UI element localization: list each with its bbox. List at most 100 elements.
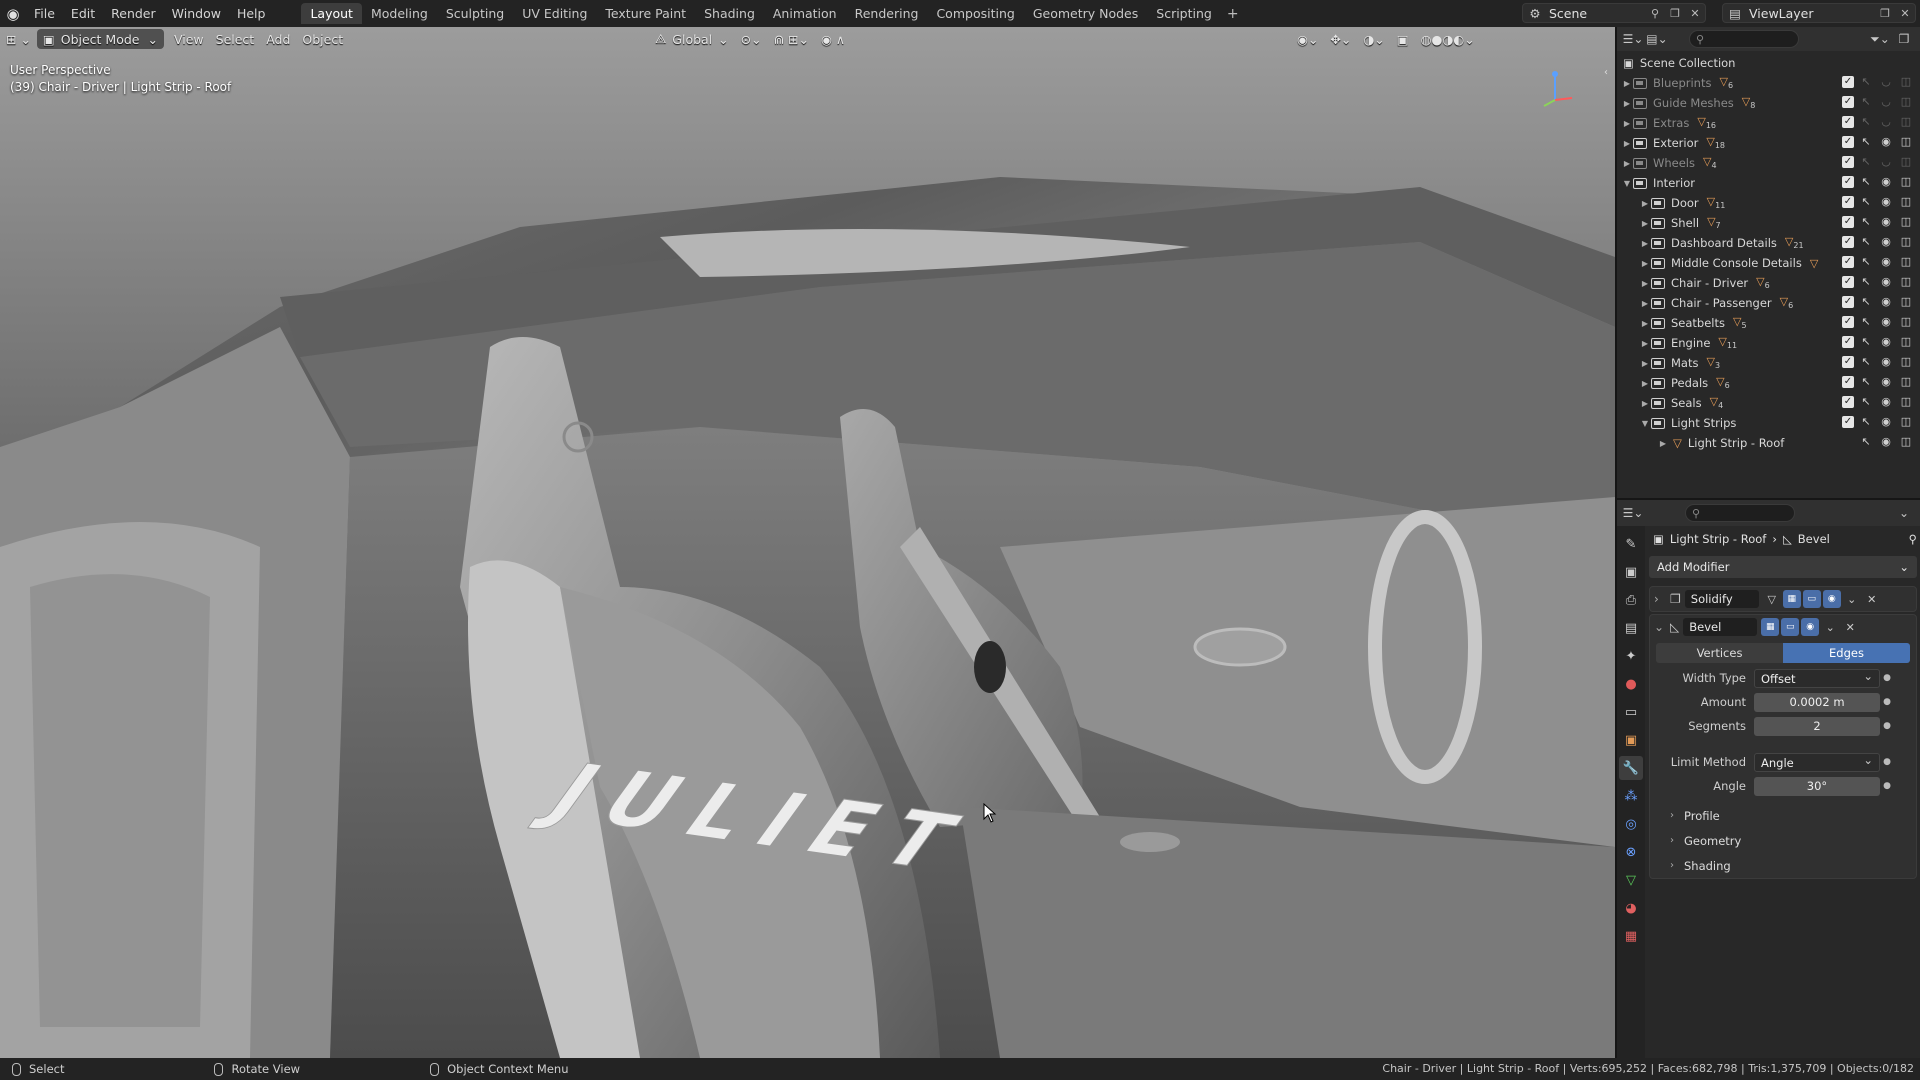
viewport-collapse-icon[interactable]: ‹ xyxy=(1604,67,1610,78)
render-toggle-icon[interactable]: ◫ xyxy=(1898,275,1914,288)
hide-toggle-icon[interactable]: ◡ xyxy=(1878,155,1894,168)
output-tab-icon[interactable]: ⎙ xyxy=(1619,588,1643,612)
outliner-row[interactable]: ▶ Shell ▽7 ✓ ↖ ◉ ◫ xyxy=(1617,213,1920,233)
hide-toggle-icon[interactable]: ◉ xyxy=(1878,135,1894,148)
overlays-icon[interactable]: ◑⌄ xyxy=(1357,29,1390,49)
expand-right-icon[interactable]: ▶ xyxy=(1621,79,1633,88)
exclude-checkbox[interactable]: ✓ xyxy=(1842,315,1854,328)
hide-toggle-icon[interactable]: ◉ xyxy=(1878,335,1894,348)
solidify-name-field[interactable]: Solidify xyxy=(1684,590,1759,608)
scene-selector[interactable]: ⚙ Scene ⚲ ❐ ✕ xyxy=(1522,3,1706,23)
delete-scene-icon[interactable]: ✕ xyxy=(1685,4,1705,22)
exclude-checkbox[interactable]: ✓ xyxy=(1842,215,1854,228)
expand-chevron-icon[interactable]: › xyxy=(1654,592,1666,606)
menu-file[interactable]: File xyxy=(26,0,63,27)
add-modifier-button[interactable]: Add Modifier ⌄ xyxy=(1649,556,1917,578)
outliner-row[interactable]: ▶ Extras ▽16 ✓ ↖ ◡ ◫ xyxy=(1617,113,1920,133)
data-tab-icon[interactable]: ▽ xyxy=(1619,868,1643,892)
menu-help[interactable]: Help xyxy=(229,0,274,27)
exclude-checkbox[interactable]: ✓ xyxy=(1842,95,1854,108)
outliner-row[interactable]: ▶ Middle Console Details ▽ ✓ ↖ ◉ ◫ xyxy=(1617,253,1920,273)
expand-down-icon[interactable]: ▼ xyxy=(1621,179,1633,188)
display-mode-icon[interactable]: ▤⌄ xyxy=(1645,29,1669,49)
select-toggle-icon[interactable]: ↖ xyxy=(1858,295,1874,308)
exclude-checkbox[interactable]: ✓ xyxy=(1842,375,1854,388)
exclude-checkbox[interactable]: ✓ xyxy=(1842,415,1854,428)
tab-modeling[interactable]: Modeling xyxy=(362,3,437,24)
select-toggle-icon[interactable]: ↖ xyxy=(1858,235,1874,248)
render-toggle-icon[interactable]: ◫ xyxy=(1898,395,1914,408)
render-tab-icon[interactable]: ▣ xyxy=(1619,560,1643,584)
exclude-checkbox[interactable]: ✓ xyxy=(1842,135,1854,148)
transform-orientation-dropdown[interactable]: ⟁ Global ⌄ xyxy=(649,29,735,49)
keyframe-dot-icon[interactable]: ● xyxy=(1880,697,1894,707)
hide-toggle-icon[interactable]: ◉ xyxy=(1878,375,1894,388)
exclude-checkbox[interactable]: ✓ xyxy=(1842,175,1854,188)
tab-sculpting[interactable]: Sculpting xyxy=(437,3,513,24)
outliner-row[interactable]: ▶ Engine ▽11 ✓ ↖ ◉ ◫ xyxy=(1617,333,1920,353)
shading-modes-icon[interactable]: ◍●◑◐⌄ xyxy=(1415,29,1481,49)
pin-icon[interactable]: ⚲ xyxy=(1909,532,1917,546)
new-scene-icon[interactable]: ❐ xyxy=(1665,4,1685,22)
options-icon[interactable]: ⌄ xyxy=(1892,503,1916,523)
expand-right-icon[interactable]: ▶ xyxy=(1621,159,1633,168)
remove-modifier-icon[interactable]: ✕ xyxy=(1841,618,1859,636)
outliner-row[interactable]: ▶ Seatbelts ▽5 ✓ ↖ ◉ ◫ xyxy=(1617,313,1920,333)
render-toggle-icon[interactable]: ◫ xyxy=(1898,295,1914,308)
menu-edit[interactable]: Edit xyxy=(63,0,103,27)
view-layer-selector[interactable]: ▤ ViewLayer ❐ ✕ xyxy=(1722,3,1916,23)
render-toggle-icon[interactable]: ◫ xyxy=(1898,195,1914,208)
exclude-checkbox[interactable]: ✓ xyxy=(1842,235,1854,248)
object-tab-icon[interactable]: ▣ xyxy=(1619,728,1643,752)
render-toggle-icon[interactable]: ◫ xyxy=(1898,415,1914,428)
select-toggle-icon[interactable]: ↖ xyxy=(1858,75,1874,88)
bevel-name-field[interactable]: Bevel xyxy=(1683,618,1758,636)
blender-logo-icon[interactable]: ◉ xyxy=(0,0,26,27)
exclude-checkbox[interactable]: ✓ xyxy=(1842,295,1854,308)
new-collection-icon[interactable]: ❐ xyxy=(1892,29,1916,49)
outliner-row[interactable]: ▶ Exterior ▽18 ✓ ↖ ◉ ◫ xyxy=(1617,133,1920,153)
expand-down-icon[interactable]: ▼ xyxy=(1639,419,1651,428)
select-toggle-icon[interactable]: ↖ xyxy=(1858,335,1874,348)
exclude-checkbox[interactable]: ✓ xyxy=(1842,115,1854,128)
exclude-checkbox[interactable]: ✓ xyxy=(1842,195,1854,208)
select-toggle-icon[interactable]: ↖ xyxy=(1858,435,1874,448)
scene-tab-icon[interactable]: ✦ xyxy=(1619,644,1643,668)
tab-compositing[interactable]: Compositing xyxy=(927,3,1023,24)
hide-toggle-icon[interactable]: ◡ xyxy=(1878,95,1894,108)
menu-object[interactable]: Object xyxy=(296,29,349,49)
exclude-checkbox[interactable]: ✓ xyxy=(1842,335,1854,348)
tab-geometry-nodes[interactable]: Geometry Nodes xyxy=(1024,3,1147,24)
outliner-row[interactable]: ▶ Chair - Driver ▽6 ✓ ↖ ◉ ◫ xyxy=(1617,273,1920,293)
render-toggle-icon[interactable]: ◫ xyxy=(1898,335,1914,348)
select-toggle-icon[interactable]: ↖ xyxy=(1858,95,1874,108)
segments-field[interactable]: 2 xyxy=(1754,716,1880,736)
select-toggle-icon[interactable]: ↖ xyxy=(1858,155,1874,168)
render-toggle-icon[interactable]: ◉ xyxy=(1801,618,1820,636)
hide-toggle-icon[interactable]: ◉ xyxy=(1878,395,1894,408)
outliner-row[interactable]: ▶ Dashboard Details ▽21 ✓ ↖ ◉ ◫ xyxy=(1617,233,1920,253)
editor-type-icon[interactable]: ⊞ ⌄ xyxy=(0,29,37,49)
menu-view[interactable]: View xyxy=(168,29,210,49)
expand-right-icon[interactable]: ▶ xyxy=(1639,359,1651,368)
select-toggle-icon[interactable]: ↖ xyxy=(1858,315,1874,328)
menu-add[interactable]: Add xyxy=(260,29,296,49)
select-toggle-icon[interactable]: ↖ xyxy=(1858,195,1874,208)
physics-tab-icon[interactable]: ◎ xyxy=(1619,812,1643,836)
modifier-menu-icon[interactable]: ⌄ xyxy=(1821,618,1839,636)
render-toggle-icon[interactable]: ◫ xyxy=(1898,215,1914,228)
hide-toggle-icon[interactable]: ◉ xyxy=(1878,435,1894,448)
proportional-edit-icon[interactable]: ◉ ∧ xyxy=(815,29,851,49)
menu-render[interactable]: Render xyxy=(103,0,164,27)
select-toggle-icon[interactable]: ↖ xyxy=(1858,215,1874,228)
expand-right-icon[interactable]: ▶ xyxy=(1621,99,1633,108)
hide-toggle-icon[interactable]: ◉ xyxy=(1878,175,1894,188)
particles-tab-icon[interactable]: ⁂ xyxy=(1619,784,1643,808)
xray-icon[interactable]: ▣ xyxy=(1391,29,1415,49)
scene-collection-row[interactable]: ▣ Scene Collection xyxy=(1617,53,1920,73)
shading-subpanel[interactable]: › Shading xyxy=(1650,853,1916,878)
delete-view-layer-icon[interactable]: ✕ xyxy=(1895,4,1915,22)
render-toggle-icon[interactable]: ◫ xyxy=(1898,235,1914,248)
outliner-row[interactable]: ▶ Seals ▽4 ✓ ↖ ◉ ◫ xyxy=(1617,393,1920,413)
outliner-search-input[interactable]: ⚲ xyxy=(1689,30,1799,48)
